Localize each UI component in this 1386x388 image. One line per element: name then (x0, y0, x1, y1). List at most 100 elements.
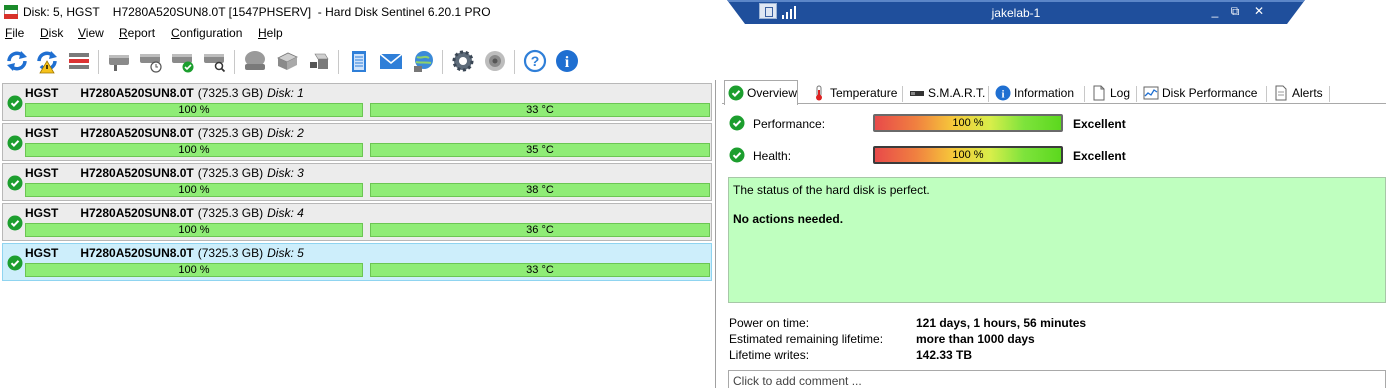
performance-rating: Excellent (1073, 117, 1126, 131)
disk-row-1[interactable]: HGST H7280A520SUN8.0T (7325.3 GB) Disk: 1 1… (2, 83, 712, 121)
disk-detail-panel: Overview Temperature S.M.A.R.T. i Inform… (722, 80, 1386, 388)
disk-gray-icon[interactable] (242, 48, 268, 74)
remaining-lifetime-value: more than 1000 days (916, 332, 1035, 346)
app-flag-icon (4, 5, 18, 19)
temperature-bar: 38 °C (370, 183, 710, 197)
tab-smart[interactable]: S.M.A.R.T. (906, 83, 985, 104)
tab-label: Overview (747, 86, 798, 100)
menu-disk[interactable]: Disk (40, 26, 63, 40)
report-notepad-icon[interactable] (346, 48, 372, 74)
disk-row-2[interactable]: HGST H7280A520SUN8.0T (7325.3 GB) Disk: 2 1… (2, 123, 712, 161)
disk-title: HGST H7280A520SUN8.0T (7325.3 GB) Disk: 5 (25, 246, 304, 260)
menu-file[interactable]: File (5, 26, 24, 40)
menu-help[interactable]: Help (258, 26, 283, 40)
disk-size: (7325.3 GB) (197, 206, 264, 220)
disk-usb-icon[interactable] (306, 48, 332, 74)
disk-title: HGST H7280A520SUN8.0T (7325.3 GB) Disk: 4 (25, 206, 304, 220)
disk-model: H7280A520SUN8.0T (80, 126, 194, 140)
disk-model: H7280A520SUN8.0T (80, 166, 194, 180)
disk-list-icon[interactable] (66, 48, 92, 74)
menu-configuration[interactable]: Configuration (171, 26, 242, 40)
disk-stack-icon[interactable] (274, 48, 300, 74)
toolbar-separator (338, 50, 339, 74)
ok-check-icon (7, 175, 23, 191)
ok-check-icon (7, 215, 23, 231)
check-icon (728, 85, 744, 101)
remote-connection-bar[interactable]: jakelab-1 _ ⧉ ✕ (727, 0, 1305, 24)
network-report-icon[interactable] (410, 48, 436, 74)
tab-temperature[interactable]: Temperature (808, 83, 897, 104)
refresh-icon[interactable] (4, 48, 30, 74)
tab-strip: Overview Temperature S.M.A.R.T. i Inform… (722, 80, 1386, 105)
tab-disk-performance[interactable]: Disk Performance (1140, 83, 1257, 104)
menu-view[interactable]: View (78, 26, 104, 40)
disk-model: H7280A520SUN8.0T (80, 206, 194, 220)
tab-separator (1084, 86, 1085, 102)
temperature-bar: 33 °C (370, 263, 710, 277)
health-rating: Excellent (1073, 149, 1126, 163)
disk-search-icon[interactable] (202, 48, 228, 74)
settings-gear-icon[interactable] (450, 48, 476, 74)
health-bar: 100 % (25, 223, 363, 237)
ok-check-icon (7, 255, 23, 271)
health-bar: 100 % (25, 143, 363, 157)
performance-chart-icon (1143, 86, 1159, 100)
alerts-icon (1275, 85, 1287, 101)
tab-separator (988, 86, 989, 102)
tab-overview[interactable]: Overview (724, 80, 799, 105)
tab-separator (1266, 86, 1267, 102)
tab-alerts[interactable]: Alerts (1270, 83, 1323, 104)
remote-close-button[interactable]: ✕ (1249, 2, 1269, 20)
status-box: The status of the hard disk is perfect. … (728, 177, 1386, 303)
thermometer-icon (816, 85, 822, 101)
disk-schedule-icon[interactable] (138, 48, 164, 74)
svg-text:i: i (1001, 89, 1004, 101)
disk-size: (7325.3 GB) (197, 126, 264, 140)
smart-icon (910, 91, 924, 96)
disk-title: HGST H7280A520SUN8.0T (7325.3 GB) Disk: 1 (25, 86, 304, 100)
disk-size: (7325.3 GB) (197, 86, 264, 100)
menu-bar: File Disk View Report Configuration Help (0, 24, 1386, 42)
disk-index: Disk: 3 (267, 166, 304, 180)
remote-restore-button[interactable]: ⧉ (1225, 2, 1245, 20)
disk-title: HGST H7280A520SUN8.0T (7325.3 GB) Disk: 2 (25, 126, 304, 140)
toolbar: ? i (0, 44, 1386, 78)
disk-index: Disk: 4 (267, 206, 304, 220)
health-bar: 100 % (873, 146, 1063, 164)
tab-label: Log (1110, 86, 1131, 100)
performance-label: Performance: (753, 117, 826, 131)
tab-information[interactable]: i Information (992, 83, 1074, 104)
info-icon[interactable]: i (554, 48, 580, 74)
disk-surface-icon[interactable] (106, 48, 132, 74)
svg-text:i: i (565, 54, 570, 71)
disk-size: (7325.3 GB) (197, 246, 264, 260)
comment-field[interactable]: Click to add comment ... (728, 370, 1386, 388)
remaining-lifetime-label: Estimated remaining lifetime: (729, 332, 884, 346)
disk-list-panel: HGST H7280A520SUN8.0T (7325.3 GB) Disk: 1 1… (0, 80, 716, 388)
tab-log[interactable]: Log (1088, 83, 1130, 104)
status-action: No actions needed. (733, 212, 844, 226)
health-ok-icon (729, 147, 745, 163)
disk-index: Disk: 1 (267, 86, 304, 100)
tab-label: S.M.A.R.T. (928, 86, 986, 100)
menu-report[interactable]: Report (119, 26, 155, 40)
disk-index: Disk: 2 (267, 126, 304, 140)
help-icon[interactable]: ? (522, 48, 548, 74)
disk-row-4[interactable]: HGST H7280A520SUN8.0T (7325.3 GB) Disk: 4 1… (2, 203, 712, 241)
disk-row-5[interactable]: HGST H7280A520SUN8.0T (7325.3 GB) Disk: 5 1… (2, 243, 712, 281)
refresh-warning-icon[interactable] (34, 48, 60, 74)
health-bar: 100 % (25, 263, 363, 277)
disk-row-3[interactable]: HGST H7280A520SUN8.0T (7325.3 GB) Disk: 3 1… (2, 163, 712, 201)
health-bar: 100 % (25, 103, 363, 117)
temperature-bar: 33 °C (370, 103, 710, 117)
performance-bar: 100 % (873, 114, 1063, 132)
toolbar-separator (98, 50, 99, 74)
remote-minimize-button[interactable]: _ (1205, 2, 1225, 20)
sound-icon[interactable] (482, 48, 508, 74)
temperature-bar: 36 °C (370, 223, 710, 237)
lifetime-writes-label: Lifetime writes: (729, 348, 810, 362)
email-report-icon[interactable] (378, 48, 404, 74)
disk-check-icon[interactable] (170, 48, 196, 74)
tab-label: Alerts (1292, 86, 1323, 100)
lifetime-writes-value: 142.33 TB (916, 348, 973, 362)
